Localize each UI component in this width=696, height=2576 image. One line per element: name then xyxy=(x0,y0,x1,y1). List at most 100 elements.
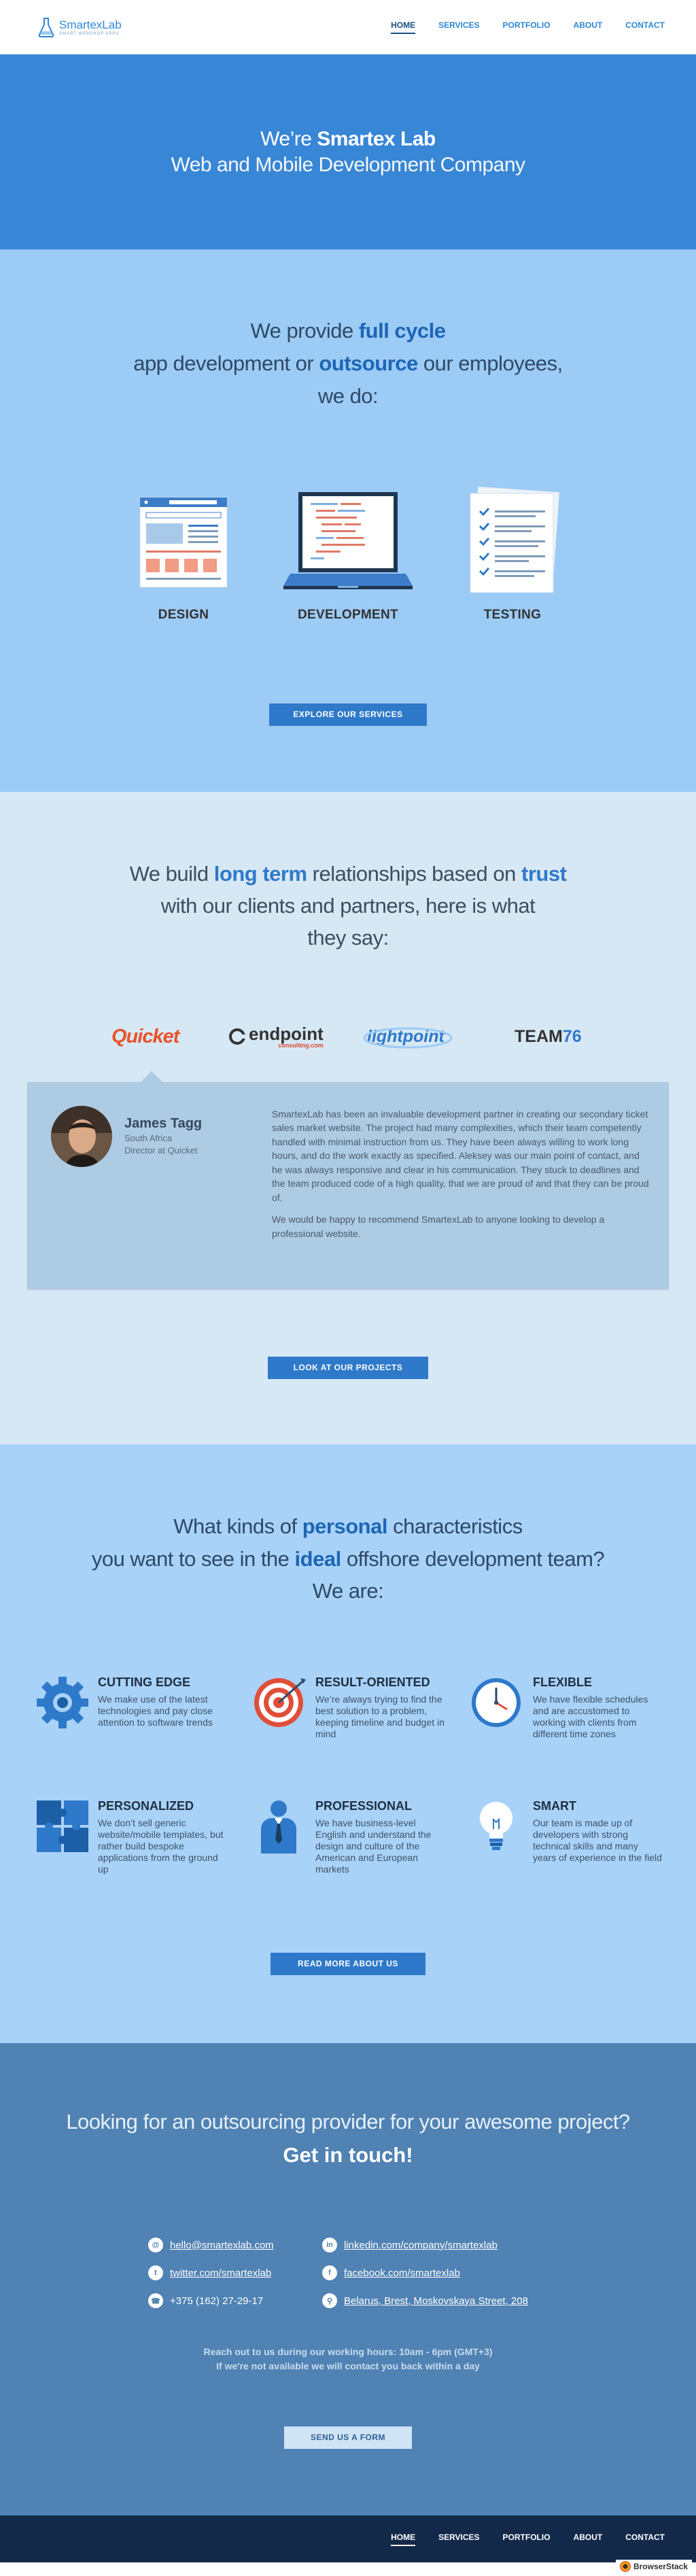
nav-about[interactable]: ABOUT xyxy=(574,20,603,34)
linkedin-icon: in xyxy=(322,2238,337,2252)
address-text: Belarus, Brest, Moskovskaya Street, 208 xyxy=(344,2295,528,2307)
target-icon xyxy=(254,1678,306,1727)
service-development[interactable]: DEVELOPMENT xyxy=(283,484,413,623)
characteristics-heading-text: you want to see in the xyxy=(91,1546,290,1571)
checklist-icon xyxy=(470,486,559,593)
lightbulb-icon xyxy=(480,1802,512,1850)
feature-title: CUTTING EDGE xyxy=(98,1675,191,1689)
services-heading-text: our employees, xyxy=(423,351,563,376)
services-heading: We provide full cycle app development or… xyxy=(0,315,696,413)
testimonial-paragraph: SmartexLab has been an invaluable develo… xyxy=(272,1109,649,1203)
footer-nav-contact[interactable]: CONTACT xyxy=(625,2533,665,2546)
testimonial-author: James Tagg South Africa Director at Quic… xyxy=(124,1116,202,1157)
characteristics-heading-text: What kinds of xyxy=(173,1514,297,1538)
testimonials-heading-text: relationships based on xyxy=(312,862,517,886)
address-link[interactable]: ⚲ Belarus, Brest, Moskovskaya Street, 208 xyxy=(322,2293,528,2308)
feature-title: SMART xyxy=(533,1799,576,1813)
contact-section: Looking for an outsourcing provider for … xyxy=(0,2043,696,2516)
nav-portfolio[interactable]: PORTFOLIO xyxy=(503,20,551,34)
quicket-logo[interactable]: Quicket xyxy=(111,1023,179,1050)
endpoint-logo[interactable]: endpoint consulting.com xyxy=(228,1023,324,1050)
service-testing[interactable]: TESTING xyxy=(451,484,574,623)
look-at-projects-button[interactable]: LOOK AT OUR PROJECTS xyxy=(268,1357,428,1379)
endpoint-mark-icon xyxy=(229,1028,246,1045)
testimonials-heading-text: We build xyxy=(129,862,209,886)
businessman-icon xyxy=(261,1800,296,1853)
testimonials-heading: We build long term relationships based o… xyxy=(0,858,696,954)
team76-logo-number: 76 xyxy=(562,1026,582,1046)
footer-nav-home[interactable]: HOME xyxy=(391,2533,416,2546)
linkedin-link[interactable]: in linkedin.com/company/smartexlab xyxy=(322,2238,498,2252)
feature-title: FLEXIBLE xyxy=(533,1675,593,1689)
testimonial-text: SmartexLab has been an invaluable develo… xyxy=(272,1107,649,1240)
email-link[interactable]: @ hello@smartexlab.com xyxy=(148,2238,274,2252)
working-hours: Reach out to us during our working hours… xyxy=(0,2345,696,2373)
main-nav: HOME SERVICES PORTFOLIO ABOUT CONTACT xyxy=(391,20,665,34)
gear-icon xyxy=(37,1677,88,1728)
team76-logo[interactable]: TEAM 76 xyxy=(515,1023,582,1050)
phone-link[interactable]: ☎ +375 (162) 27-29-17 xyxy=(148,2293,263,2308)
contact-heading: Looking for an outsourcing provider for … xyxy=(66,2110,630,2134)
phone-icon: ☎ xyxy=(148,2293,163,2308)
feature-text: We make use of the latest technologies a… xyxy=(98,1694,213,1728)
service-design[interactable]: DESIGN xyxy=(122,484,245,623)
services-section: We provide full cycle app development or… xyxy=(0,249,696,792)
service-development-label: DEVELOPMENT xyxy=(298,608,398,622)
nav-contact[interactable]: CONTACT xyxy=(625,20,665,34)
client-logos: Quicket endpoint consulting.com lightpoi… xyxy=(109,1023,590,1057)
contact-cta: Get in touch! xyxy=(283,2143,413,2167)
feature-text: We have flexible schedules and are accus… xyxy=(533,1694,648,1740)
logo-tagline: SMART WEBSHOP APPS xyxy=(59,31,120,36)
lightpoint-logo[interactable]: lightpoint xyxy=(363,1023,453,1050)
explore-services-button[interactable]: EXPLORE OUR SERVICES xyxy=(269,703,427,726)
feature-text: We have business-level English and under… xyxy=(315,1817,432,1875)
twitter-icon: t xyxy=(148,2265,163,2280)
feature-text: We’re always trying to find the best sol… xyxy=(315,1694,445,1740)
author-country: South Africa xyxy=(124,1133,173,1143)
feature-title: PERSONALIZED xyxy=(98,1799,194,1813)
facebook-link[interactable]: f facebook.com/smartexlab xyxy=(322,2265,460,2280)
services-heading-emphasis: full cycle xyxy=(358,319,446,343)
characteristics-section: What kinds of personal characteristics y… xyxy=(0,1444,696,2043)
services-heading-text: we do: xyxy=(317,384,379,408)
browserstack-label: BrowserStack xyxy=(633,2562,688,2571)
twitter-link[interactable]: t twitter.com/smartexlab xyxy=(148,2265,271,2280)
send-form-button[interactable]: SEND US A FORM xyxy=(284,2426,412,2449)
puzzle-icon xyxy=(37,1800,88,1852)
nav-services[interactable]: SERVICES xyxy=(438,20,479,34)
read-more-about-us-button[interactable]: READ MORE ABOUT US xyxy=(271,1953,425,1975)
email-icon: @ xyxy=(148,2238,163,2252)
characteristics-heading: What kinds of personal characteristics y… xyxy=(0,1510,696,1607)
feature-title: RESULT-ORIENTED xyxy=(315,1675,430,1689)
testimonial-paragraph: We would be happy to recommend SmartexLa… xyxy=(272,1214,605,1239)
footer-nav-portfolio[interactable]: PORTFOLIO xyxy=(503,2533,551,2546)
team76-logo-text: TEAM xyxy=(515,1026,563,1046)
laptop-code-icon xyxy=(283,492,413,589)
email-text: hello@smartexlab.com xyxy=(170,2239,274,2251)
service-testing-label: TESTING xyxy=(483,608,542,622)
footer-nav-about[interactable]: ABOUT xyxy=(574,2533,603,2546)
avatar xyxy=(51,1106,112,1167)
service-design-label: DESIGN xyxy=(158,608,209,622)
characteristics-heading-text: characteristics xyxy=(393,1514,523,1538)
footer-nav-services[interactable]: SERVICES xyxy=(438,2533,479,2546)
testimonials-heading-emphasis: trust xyxy=(521,862,567,886)
author-name: James Tagg xyxy=(124,1116,203,1131)
person-photo-icon xyxy=(51,1106,112,1167)
hero-subtitle: Web and Mobile Development Company xyxy=(171,153,525,176)
working-hours-line: Reach out to us during our working hours… xyxy=(203,2346,493,2357)
feature-text: Our team is made up of developers with s… xyxy=(533,1817,662,1864)
services-heading-emphasis: outsource xyxy=(319,351,418,376)
testimonials-heading-emphasis: long term xyxy=(213,862,307,886)
services-heading-text: We provide xyxy=(250,319,353,343)
logo-name: SmartexLab xyxy=(59,18,122,31)
nav-home[interactable]: HOME xyxy=(391,20,416,34)
logo[interactable]: SmartexLab SMART WEBSHOP APPS xyxy=(37,17,122,37)
quicket-logo-text: Quicket xyxy=(111,1025,179,1047)
footer-nav: HOME SERVICES PORTFOLIO ABOUT CONTACT xyxy=(391,2533,665,2546)
hero-title: We’re Smartex Lab xyxy=(260,126,436,152)
working-hours-line: If we're not available we will contact y… xyxy=(216,2361,480,2371)
testimonials-section: We build long term relationships based o… xyxy=(0,792,696,1444)
clock-icon xyxy=(472,1678,521,1727)
browserstack-logo-icon xyxy=(619,2561,631,2572)
